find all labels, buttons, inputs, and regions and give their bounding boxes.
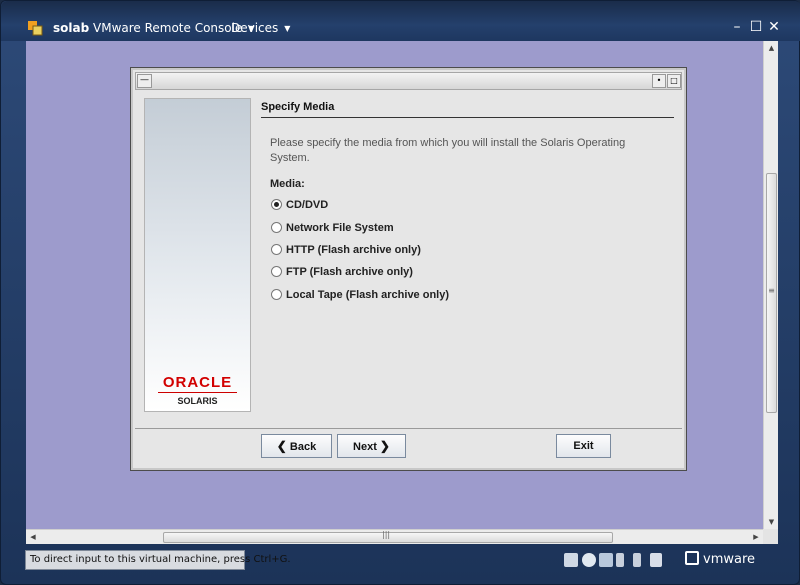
vmware-brand: vmware [685,551,755,567]
chevron-left-icon: ❮ [276,439,287,453]
floppy-icon[interactable] [650,553,662,567]
scroll-left-icon[interactable]: ◀ [26,530,40,545]
radio-button[interactable] [271,199,282,210]
maximize-button[interactable]: ☐ [749,19,763,35]
dialog-titlebar: — • □ [135,72,682,90]
option-label: Network File System [286,222,394,234]
title-divider [261,117,674,118]
solaris-logo: SOLARIS [177,396,218,406]
page-description: Please specify the media from which you … [270,137,626,164]
hard-disk-icon[interactable] [564,553,578,567]
media-option-http[interactable]: HTTP (Flash archive only) [271,244,421,258]
chevron-right-icon: ❯ [379,439,390,453]
vm-name: solab [53,21,90,35]
horizontal-scroll-thumb[interactable]: ||| [163,530,613,543]
cd-drive-icon[interactable] [582,553,596,567]
exit-button[interactable]: Exit [556,434,611,458]
usb-icon[interactable] [633,553,641,567]
oracle-logo: ORACLE [162,374,233,391]
window-titlebar: solab VMware Remote Console ▼ Devices ▼ – … [1,1,800,41]
vmware-logo-icon [685,551,699,565]
grip-icon: ≡ [768,286,775,295]
page-title: Specify Media [261,101,335,113]
vertical-scroll-thumb[interactable]: ≡ [766,173,777,413]
status-hint: To direct input to this virtual machine,… [25,550,291,570]
grip-icon: ||| [382,530,391,539]
option-label: Local Tape (Flash archive only) [286,289,450,301]
close-button[interactable]: ✕ [767,19,781,35]
devices-menu-label: Devices [231,21,279,35]
back-button[interactable]: ❮ Back [261,434,332,458]
option-label: FTP (Flash archive only) [286,266,413,278]
usb-icon[interactable] [616,553,624,567]
radio-button[interactable] [271,244,282,255]
exit-button-label: Exit [573,440,594,452]
vmware-app-icon [28,21,43,36]
maximize-icon[interactable]: □ [667,74,681,88]
minimize-icon[interactable]: • [652,74,666,88]
scroll-up-icon[interactable]: ▲ [764,41,779,55]
network-icon[interactable] [599,553,613,567]
status-bar: To direct input to this virtual machine,… [1,546,800,585]
radio-button[interactable] [271,222,282,233]
chevron-down-icon: ▼ [284,24,291,33]
option-label: HTTP (Flash archive only) [286,244,421,256]
remote-console-menu-label: VMware Remote Console [93,21,243,35]
media-option-nfs[interactable]: Network File System [271,222,394,236]
next-button-label: Next [353,441,377,453]
logo-divider [158,392,237,393]
scroll-right-icon[interactable]: ▶ [749,530,763,545]
media-option-cd-dvd[interactable]: CD/DVD [271,199,328,213]
branding-panel: ORACLE SOLARIS [144,98,251,412]
radio-button[interactable] [271,266,282,277]
back-button-label: Back [289,441,317,453]
radio-button[interactable] [271,289,282,300]
window-menu-button[interactable]: — [137,74,152,88]
button-bar-divider [135,428,682,429]
scrollbar-corner [763,529,778,544]
media-option-ftp[interactable]: FTP (Flash archive only) [271,266,413,280]
media-label: Media: [270,178,305,190]
installer-content: Specify Media Please specify the media f… [261,98,675,412]
horizontal-scrollbar[interactable]: ◀ ||| ▶ [26,529,763,544]
next-button[interactable]: Next ❯ [337,434,406,458]
media-option-local-tape[interactable]: Local Tape (Flash archive only) [271,289,449,303]
scroll-down-icon[interactable]: ▼ [764,515,779,529]
installer-dialog: — • □ ORACLE SOLARIS Specify Media Pleas… [130,67,687,471]
minimize-button[interactable]: – [730,19,744,35]
option-label: CD/DVD [286,199,329,211]
vmware-brand-label: vmware [703,552,756,567]
vertical-scrollbar[interactable]: ▲ ≡ ▼ [763,41,778,529]
devices-menu[interactable]: Devices ▼ [231,21,290,35]
